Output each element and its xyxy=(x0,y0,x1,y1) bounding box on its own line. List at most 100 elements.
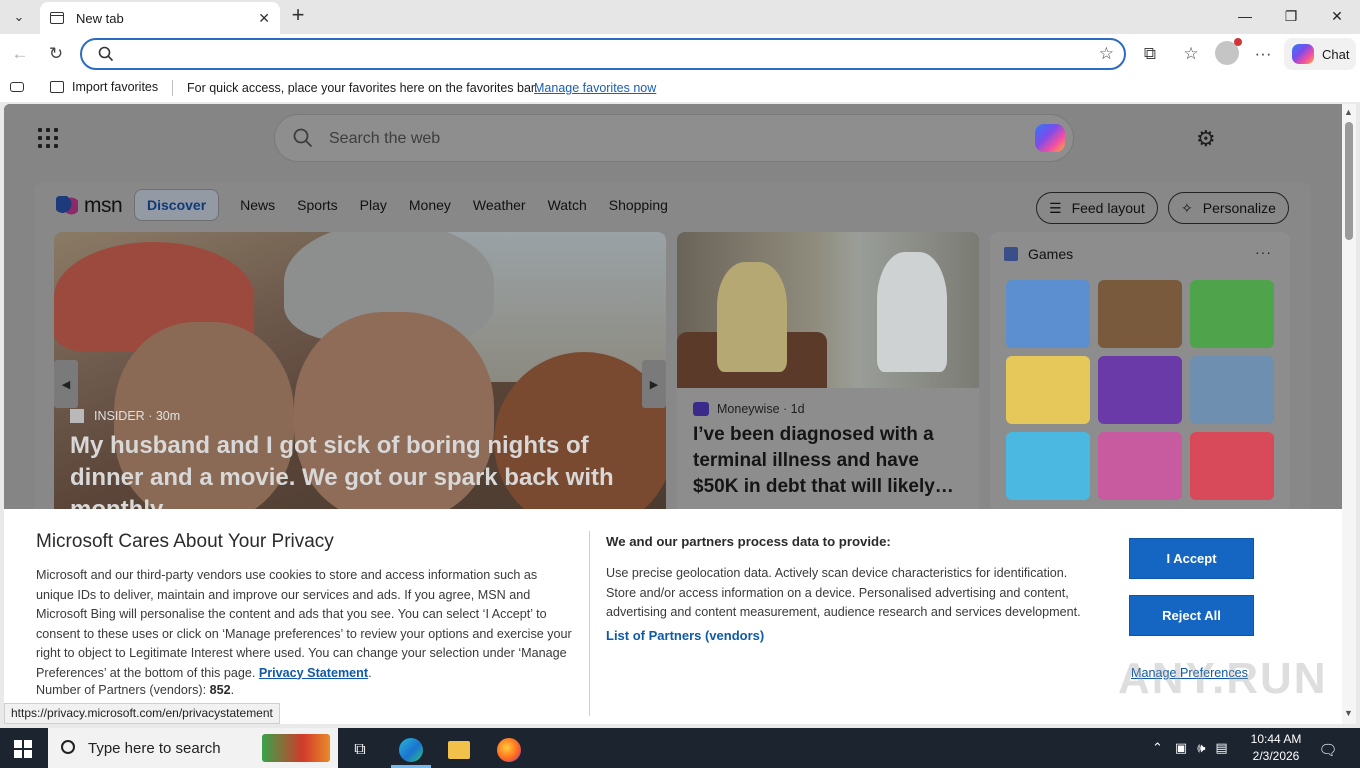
game-tile[interactable] xyxy=(1190,432,1274,500)
favorites-message: For quick access, place your favorites h… xyxy=(187,81,538,95)
extensions-button[interactable]: ⧉ xyxy=(1136,40,1164,68)
nav-discover[interactable]: Discover xyxy=(134,189,220,221)
game-tile[interactable] xyxy=(1006,280,1090,348)
carousel-prev-button[interactable]: ◀ xyxy=(54,360,78,408)
back-button[interactable]: ← xyxy=(6,40,34,68)
address-bar[interactable]: ☆ xyxy=(80,38,1126,70)
msn-logo[interactable]: msn xyxy=(56,194,123,218)
add-favorite-star-icon[interactable]: ☆ xyxy=(1099,44,1114,64)
volume-icon[interactable]: 🕪 xyxy=(1197,740,1205,756)
privacy-statement-link[interactable]: Privacy Statement xyxy=(259,666,368,680)
web-search-box[interactable]: Search the web xyxy=(274,114,1074,162)
story-source: Moneywise · 1d xyxy=(693,402,805,416)
taskbar-search-box[interactable]: Type here to search xyxy=(48,728,338,768)
taskbar-file-explorer[interactable] xyxy=(439,732,479,768)
publisher-logo-icon xyxy=(70,409,84,423)
games-grid xyxy=(1006,280,1274,500)
game-tile[interactable] xyxy=(1190,280,1274,348)
copilot-chat-button[interactable]: Chat xyxy=(1284,38,1356,70)
restore-button[interactable]: ❐ xyxy=(1268,0,1314,32)
puzzle-icon: ⧉ xyxy=(1143,44,1157,63)
search-icon xyxy=(293,128,313,148)
close-window-button[interactable]: ✕ xyxy=(1314,0,1360,32)
carousel-next-button[interactable]: ▶ xyxy=(642,360,666,408)
games-icon xyxy=(1004,247,1018,261)
nav-play[interactable]: Play xyxy=(349,197,398,213)
settings-more-button[interactable]: ··· xyxy=(1249,40,1277,68)
story-image-person xyxy=(877,252,947,372)
start-button[interactable] xyxy=(14,740,32,758)
purposes-text: Use precise geolocation data. Actively s… xyxy=(606,566,1081,619)
more-icon: ··· xyxy=(1254,44,1272,63)
nav-sports[interactable]: Sports xyxy=(286,197,348,213)
game-tile[interactable] xyxy=(1006,432,1090,500)
scrollbar-thumb[interactable] xyxy=(1345,122,1353,240)
publisher-name: Moneywise xyxy=(717,402,780,416)
partners-count: 852 xyxy=(209,683,231,697)
firefox-icon xyxy=(497,738,521,762)
games-widget: Games ··· xyxy=(990,232,1290,522)
story-headline[interactable]: I’ve been diagnosed with a terminal illn… xyxy=(693,422,969,500)
story-card[interactable]: Moneywise · 1d I’ve been diagnosed with … xyxy=(677,232,979,522)
chat-label: Chat xyxy=(1322,46,1350,62)
favorites-button[interactable]: ☆ xyxy=(1177,40,1205,68)
new-tab-button[interactable]: + xyxy=(286,4,310,28)
privacy-body: Microsoft and our third-party vendors us… xyxy=(36,568,572,680)
copilot-icon[interactable] xyxy=(1035,124,1065,152)
input-indicator-icon[interactable]: ▤ xyxy=(1215,740,1227,756)
dialog-divider xyxy=(589,531,590,716)
hero-story-card[interactable]: ◀ ▶ INSIDER · 30m My husband and I got s… xyxy=(54,232,666,522)
game-tile[interactable] xyxy=(1098,280,1182,348)
clock-time: 10:44 AM xyxy=(1250,732,1302,746)
taskbar-firefox[interactable] xyxy=(489,732,529,768)
game-tile[interactable] xyxy=(1190,356,1274,424)
game-tile[interactable] xyxy=(1006,356,1090,424)
import-favorites-button[interactable]: Import favorites xyxy=(50,80,158,94)
msn-logo-text: msn xyxy=(84,194,123,217)
new-tab-page-icon xyxy=(50,12,64,24)
more-options-icon[interactable]: ··· xyxy=(1255,244,1272,260)
profile-avatar[interactable] xyxy=(1215,38,1242,65)
nav-weather[interactable]: Weather xyxy=(462,197,537,213)
nav-money[interactable]: Money xyxy=(398,197,462,213)
notifications-button[interactable]: 🗨 xyxy=(1308,732,1348,768)
feed-layout-label: Feed layout xyxy=(1071,200,1145,216)
reject-all-button[interactable]: Reject All xyxy=(1129,595,1254,636)
game-tile[interactable] xyxy=(1098,432,1182,500)
notification-dot xyxy=(1234,38,1242,46)
personalize-button[interactable]: ✧ Personalize xyxy=(1168,192,1289,224)
minimize-button[interactable]: — xyxy=(1222,0,1268,32)
favorites-bar: Import favorites For quick access, place… xyxy=(0,74,1360,102)
nav-watch[interactable]: Watch xyxy=(537,197,598,213)
tab-new-tab[interactable]: New tab ✕ xyxy=(40,2,280,34)
sidebar-toggle-icon[interactable] xyxy=(10,82,24,92)
network-icon[interactable]: ▣ xyxy=(1175,740,1187,756)
refresh-button[interactable]: ↻ xyxy=(42,40,70,68)
taskbar-edge[interactable] xyxy=(391,732,431,768)
scroll-up-arrow-icon[interactable]: ▲ xyxy=(1344,107,1353,117)
task-view-button[interactable]: ⧉ xyxy=(340,732,380,768)
nav-news[interactable]: News xyxy=(229,197,286,213)
toolbar: ← ↻ ☆ ⧉ ☆ ··· Chat xyxy=(0,34,1360,74)
import-icon xyxy=(50,81,64,93)
chevron-down-icon: ⌄ xyxy=(13,9,25,24)
list-of-partners-link[interactable]: List of Partners (vendors) xyxy=(606,628,764,643)
game-tile[interactable] xyxy=(1098,356,1182,424)
close-tab-icon[interactable]: ✕ xyxy=(258,10,270,27)
scroll-down-arrow-icon[interactable]: ▼ xyxy=(1344,708,1353,718)
page-scrollbar[interactable]: ▲ ▼ xyxy=(1342,104,1356,724)
hero-source: INSIDER · 30m xyxy=(70,409,180,423)
notification-icon: 🗨 xyxy=(1318,742,1338,759)
accept-button[interactable]: I Accept xyxy=(1129,538,1254,579)
folder-icon xyxy=(448,741,470,759)
app-launcher-icon[interactable] xyxy=(38,128,58,148)
edge-icon xyxy=(399,738,423,762)
manage-favorites-link[interactable]: Manage favorites now xyxy=(534,81,656,95)
taskbar-clock[interactable]: 10:44 AM 2/3/2026 xyxy=(1236,731,1316,765)
tab-actions-menu-button[interactable]: ⌄ xyxy=(5,4,33,30)
system-tray: ⌃ ▣ 🕪 ▤ xyxy=(1152,728,1228,768)
show-hidden-icons-chevron-icon[interactable]: ⌃ xyxy=(1152,740,1163,756)
page-settings-gear-icon[interactable]: ⚙ xyxy=(1196,126,1216,152)
nav-shopping[interactable]: Shopping xyxy=(598,197,679,213)
feed-layout-button[interactable]: ☰ Feed layout xyxy=(1036,192,1158,224)
